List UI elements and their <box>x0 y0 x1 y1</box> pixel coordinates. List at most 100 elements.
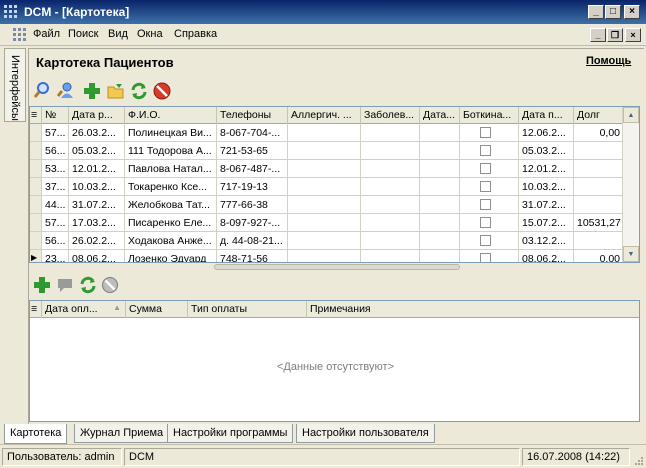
row-indicator[interactable] <box>30 196 42 214</box>
cell-date[interactable] <box>420 178 460 196</box>
cell-diseases[interactable] <box>361 124 420 142</box>
col-header-visit-date[interactable]: Дата п... <box>519 107 574 124</box>
add-payment-button[interactable] <box>32 275 52 295</box>
child-minimize-button[interactable]: _ <box>590 28 606 42</box>
row-selector-header[interactable]: ≡ <box>30 107 42 124</box>
cell-birthdate[interactable]: 10.03.2... <box>69 178 125 196</box>
row-indicator[interactable] <box>30 178 42 196</box>
cell-diseases[interactable] <box>361 232 420 250</box>
payment-delete-button[interactable] <box>100 275 120 295</box>
col-header-debt[interactable]: Долг <box>574 107 624 124</box>
payments-grid[interactable]: ≡ Дата опл... ▲ Сумма Тип оплаты Примеча… <box>29 300 640 422</box>
cell-visit-date[interactable]: 10.03.2... <box>519 178 574 196</box>
open-patient-button[interactable] <box>106 81 126 101</box>
cell-date[interactable] <box>420 196 460 214</box>
col-header-diseases[interactable]: Заболев... <box>361 107 420 124</box>
cell-diseases[interactable] <box>361 214 420 232</box>
cell-botkin[interactable] <box>460 178 519 196</box>
cell-allergy[interactable] <box>288 250 361 262</box>
col-header-allergy[interactable]: Аллергич. ... <box>288 107 361 124</box>
menu-view[interactable]: Вид <box>108 28 128 40</box>
col-header-botkin[interactable]: Боткина... <box>460 107 519 124</box>
cell-allergy[interactable] <box>288 232 361 250</box>
cell-number[interactable]: 37... <box>42 178 69 196</box>
row-indicator[interactable] <box>30 142 42 160</box>
cell-birthdate[interactable]: 05.03.2... <box>69 142 125 160</box>
cell-date[interactable] <box>420 142 460 160</box>
cell-debt[interactable] <box>574 160 624 178</box>
cell-date[interactable] <box>420 232 460 250</box>
cell-number[interactable]: 57... <box>42 214 69 232</box>
help-link[interactable]: Помощь <box>586 55 631 67</box>
col-header-notes[interactable]: Примечания <box>307 301 639 318</box>
row-indicator[interactable] <box>30 160 42 178</box>
cell-fio[interactable]: Токаренко Ксе... <box>125 178 217 196</box>
child-close-button[interactable]: × <box>625 28 641 42</box>
row-indicator[interactable]: ▶ <box>30 250 42 262</box>
cell-fio[interactable]: Павлова Натал... <box>125 160 217 178</box>
cell-birthdate[interactable]: 17.03.2... <box>69 214 125 232</box>
minimize-button[interactable]: _ <box>588 5 604 19</box>
cell-visit-date[interactable]: 12.01.2... <box>519 160 574 178</box>
col-header-number[interactable]: № <box>42 107 69 124</box>
cell-number[interactable]: 23... <box>42 250 69 262</box>
cell-allergy[interactable] <box>288 124 361 142</box>
cell-phones[interactable]: 8-067-704-... <box>217 124 288 142</box>
cell-allergy[interactable] <box>288 142 361 160</box>
cell-allergy[interactable] <box>288 178 361 196</box>
cell-phones[interactable]: 748-71-56 <box>217 250 288 262</box>
row-indicator[interactable] <box>30 124 42 142</box>
col-header-date[interactable]: Дата... <box>420 107 460 124</box>
tab-card-index[interactable]: Картотека <box>4 424 68 444</box>
menu-windows[interactable]: Окна <box>137 28 163 40</box>
botkin-checkbox[interactable] <box>480 199 491 210</box>
cell-debt[interactable]: 0,00 <box>574 250 624 262</box>
table-row[interactable]: 53... 12.01.2... Павлова Натал... 8-067-487… <box>30 160 624 178</box>
payment-note-button[interactable] <box>55 275 75 295</box>
splitter-handle[interactable] <box>214 264 460 270</box>
cell-botkin[interactable] <box>460 214 519 232</box>
table-row[interactable]: 57... 26.03.2... Полинецкая Ви... 8-067-704… <box>30 124 624 142</box>
scroll-down-button[interactable]: ▼ <box>623 246 639 262</box>
botkin-checkbox[interactable] <box>480 253 491 262</box>
botkin-checkbox[interactable] <box>480 217 491 228</box>
search-button[interactable] <box>32 80 52 100</box>
cell-diseases[interactable] <box>361 160 420 178</box>
cell-phones[interactable]: д. 44-08-21... <box>217 232 288 250</box>
close-button[interactable]: × <box>624 5 640 19</box>
botkin-checkbox[interactable] <box>480 145 491 156</box>
cell-number[interactable]: 57... <box>42 124 69 142</box>
cell-debt[interactable]: 0,00 <box>574 124 624 142</box>
cell-debt[interactable]: 10531,27 <box>574 214 624 232</box>
add-patient-button[interactable] <box>82 81 102 101</box>
cell-diseases[interactable] <box>361 250 420 262</box>
refresh-button[interactable] <box>129 81 149 101</box>
col-header-amount[interactable]: Сумма <box>126 301 188 318</box>
resize-grip-icon[interactable] <box>632 454 644 466</box>
cell-fio[interactable]: Желобкова Тат... <box>125 196 217 214</box>
cell-number[interactable]: 44... <box>42 196 69 214</box>
cell-visit-date[interactable]: 15.07.2... <box>519 214 574 232</box>
cell-phones[interactable]: 8-067-487-... <box>217 160 288 178</box>
tab-program-settings[interactable]: Настройки программы <box>167 424 294 443</box>
cell-birthdate[interactable]: 26.02.2... <box>69 232 125 250</box>
cell-fio[interactable]: 111 Тодорова А... <box>125 142 217 160</box>
cell-botkin[interactable] <box>460 250 519 262</box>
tab-reception-journal[interactable]: Журнал Приема <box>74 424 170 443</box>
cell-allergy[interactable] <box>288 214 361 232</box>
cell-visit-date[interactable]: 08.06.2... <box>519 250 574 262</box>
delete-button[interactable] <box>152 81 172 101</box>
cell-botkin[interactable] <box>460 124 519 142</box>
user-search-button[interactable] <box>55 80 75 100</box>
col-header-fio[interactable]: Ф.И.О. <box>125 107 217 124</box>
patients-vertical-scrollbar[interactable]: ▲ ▼ <box>622 107 639 262</box>
menu-help[interactable]: Справка <box>174 28 217 40</box>
cell-birthdate[interactable]: 26.03.2... <box>69 124 125 142</box>
cell-birthdate[interactable]: 31.07.2... <box>69 196 125 214</box>
table-row[interactable]: ▶ 23... 08.06.2... Лозенко Эдуард 748-71-56 0… <box>30 250 624 262</box>
cell-phones[interactable]: 777-66-38 <box>217 196 288 214</box>
cell-date[interactable] <box>420 250 460 262</box>
cell-date[interactable] <box>420 124 460 142</box>
cell-number[interactable]: 56... <box>42 232 69 250</box>
table-row[interactable]: 44... 31.07.2... Желобкова Тат... 777-66-38… <box>30 196 624 214</box>
